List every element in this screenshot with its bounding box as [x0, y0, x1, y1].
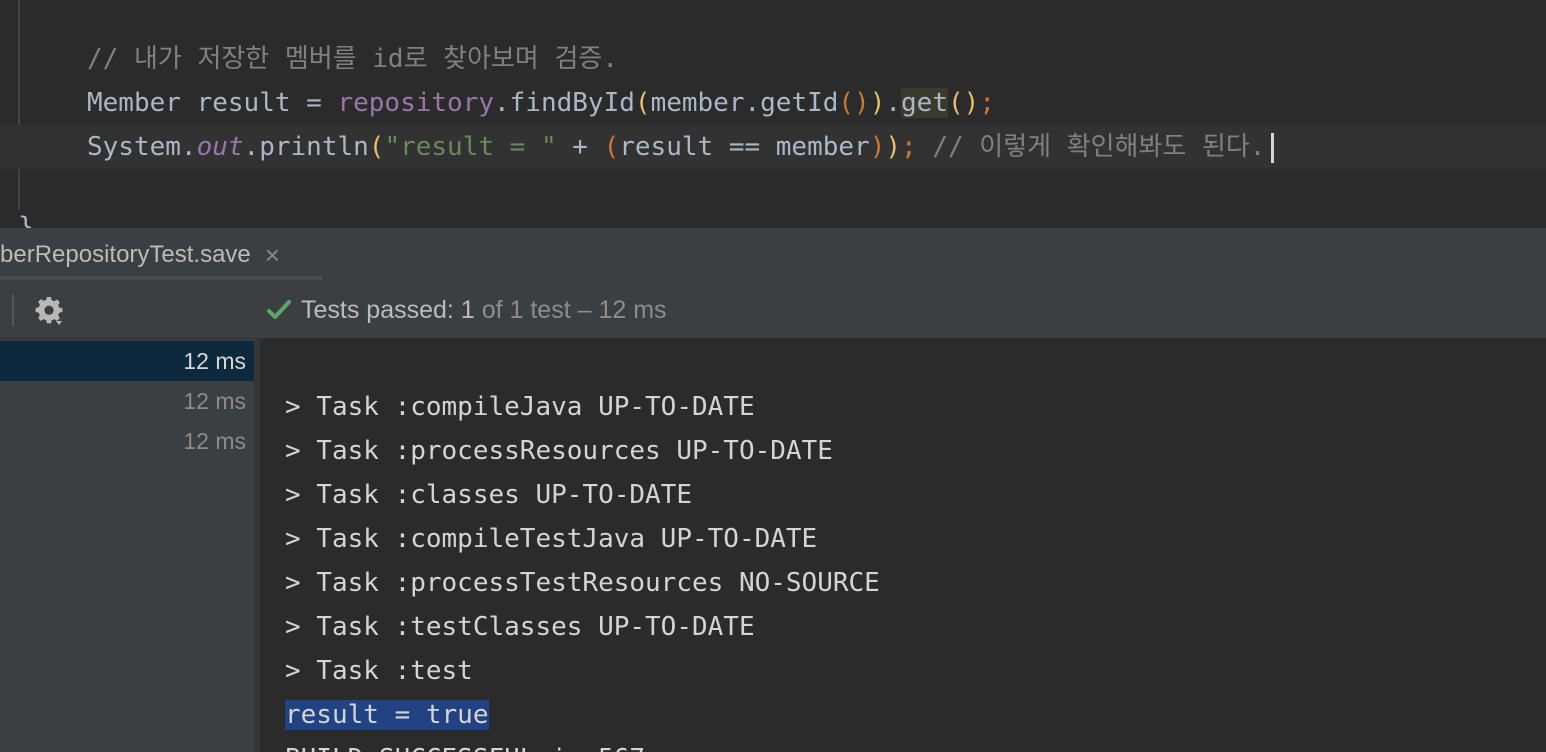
- get-method-highlight: get: [901, 88, 948, 118]
- status-passed: Tests passed: 1: [301, 295, 475, 324]
- gear-icon[interactable]: [32, 294, 66, 328]
- tree-row-method[interactable]: 12 ms: [0, 421, 254, 461]
- run-tab[interactable]: berRepositoryTest.save ×: [0, 228, 292, 282]
- console-line: > Task :processTestResources NO-SOURCE: [285, 568, 880, 598]
- console-line: > Task :test: [285, 656, 473, 686]
- check-icon: [267, 300, 291, 319]
- status-detail: of 1 test – 12 ms: [481, 295, 667, 324]
- code-line-println: System.out.println("result = " + (result…: [87, 125, 1275, 169]
- static-field-out: out: [196, 132, 244, 162]
- console-line: > Task :compileJava UP-TO-DATE: [285, 392, 755, 422]
- console-output[interactable]: > Task :compileJava UP-TO-DATE > Task :p…: [260, 339, 1546, 752]
- duration-label: 12 ms: [183, 348, 246, 374]
- active-tab-indicator: [0, 276, 322, 280]
- test-tree: 12 ms 12 ms 12 ms: [0, 339, 254, 752]
- console-line: > Task :testClasses UP-TO-DATE: [285, 612, 755, 642]
- inline-comment: // 이렇게 확인해봐도 된다.: [916, 132, 1266, 162]
- run-tab-bar: berRepositoryTest.save ×: [0, 228, 1546, 283]
- text-caret: [1271, 132, 1275, 163]
- type-token: Member: [87, 88, 181, 118]
- console-line: BUILD SUCCESSFUL in 567ms: [285, 737, 676, 752]
- run-tab-label: berRepositoryTest.save: [0, 241, 251, 268]
- code-line-find-member: Member result = repository.findById(memb…: [87, 88, 995, 118]
- duration-label: 12 ms: [183, 388, 246, 414]
- fold-guide: [18, 0, 20, 210]
- tree-row-root[interactable]: 12 ms: [0, 341, 254, 381]
- console-line-result: result = true: [285, 693, 489, 737]
- repository-field: repository: [337, 88, 495, 118]
- test-toolbar: Tests passed: 1 of 1 test – 12 ms: [0, 282, 1546, 339]
- console-line: > Task :compileTestJava UP-TO-DATE: [285, 524, 818, 554]
- console-line: > Task :classes UP-TO-DATE: [285, 480, 692, 510]
- tree-row-class[interactable]: 12 ms: [0, 381, 254, 421]
- string-literal: "result = ": [384, 132, 557, 162]
- toolbar-separator: [12, 294, 14, 326]
- code-comment-line: // 내가 저장한 멤버를 id로 찾아보며 검증.: [87, 44, 618, 74]
- console-line: > Task :processResources UP-TO-DATE: [285, 436, 833, 466]
- selected-text: result = true: [285, 700, 489, 730]
- code-editor[interactable]: // 내가 저장한 멤버를 id로 찾아보며 검증. Member result…: [0, 0, 1546, 242]
- test-status: Tests passed: 1 of 1 test – 12 ms: [266, 282, 667, 338]
- close-icon[interactable]: ×: [265, 240, 280, 271]
- duration-label: 12 ms: [183, 428, 246, 454]
